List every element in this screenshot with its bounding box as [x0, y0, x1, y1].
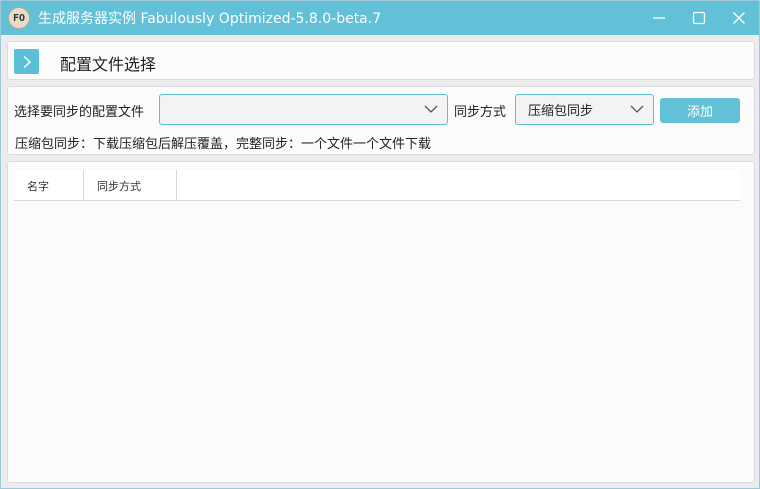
- sync-hint-text: 压缩包同步：下载压缩包后解压覆盖，完整同步：一个文件一个文件下载: [15, 137, 432, 152]
- expand-button[interactable]: [14, 49, 39, 74]
- close-button[interactable]: [719, 1, 759, 35]
- window-title: 生成服务器实例 Fabulously Optimized-5.8.0-beta.…: [38, 11, 382, 27]
- header-panel: 配置文件选择: [7, 41, 755, 80]
- minimize-icon: [653, 17, 665, 19]
- sync-mode-select[interactable]: 压缩包同步: [515, 94, 654, 125]
- column-header-sync-mode[interactable]: 同步方式: [84, 170, 177, 201]
- app-logo-icon: FO: [8, 7, 30, 29]
- maximize-icon: [692, 11, 706, 25]
- sync-mode-value: 压缩包同步: [528, 104, 594, 119]
- app-window: FO 生成服务器实例 Fabulously Optimized-5.8.0-be…: [0, 0, 760, 489]
- sync-mode-label: 同步方式: [454, 105, 507, 120]
- config-panel: 选择要同步的配置文件 同步方式 压缩包同步 添加 压缩包同步：下载压缩包后解压覆…: [7, 86, 755, 155]
- config-file-label: 选择要同步的配置文件: [14, 105, 145, 120]
- minimize-button[interactable]: [639, 1, 679, 35]
- table-header: 名字 同步方式: [14, 170, 740, 201]
- column-header-name[interactable]: 名字: [14, 170, 84, 201]
- add-button[interactable]: 添加: [660, 98, 740, 123]
- config-file-select[interactable]: [159, 94, 448, 125]
- maximize-button[interactable]: [679, 1, 719, 35]
- page-title: 配置文件选择: [60, 55, 157, 74]
- table-panel: 名字 同步方式: [7, 161, 755, 483]
- window-controls: [639, 1, 759, 35]
- chevron-down-icon: [424, 105, 438, 113]
- chevron-right-icon: [22, 55, 31, 68]
- close-icon: [733, 12, 745, 24]
- chevron-down-icon: [630, 105, 644, 113]
- title-bar[interactable]: FO 生成服务器实例 Fabulously Optimized-5.8.0-be…: [1, 1, 759, 35]
